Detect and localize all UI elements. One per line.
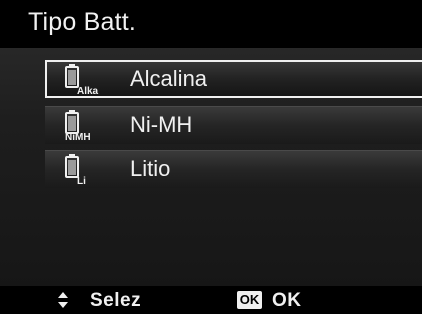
menu-item-alcalina[interactable]: Alka Alcalina xyxy=(45,60,422,98)
svg-text:Alka: Alka xyxy=(77,86,99,96)
ok-hint-label: OK xyxy=(272,290,302,311)
svg-text:NiMH: NiMH xyxy=(65,132,91,142)
camera-menu-screen: Tipo Batt. Alka Alcalina NiMH Ni-MH Li L… xyxy=(0,0,422,314)
menu-item-label: Litio xyxy=(130,156,171,181)
battery-alkaline-icon: Alka xyxy=(65,64,99,96)
menu-item-ni-mh[interactable]: NiMH Ni-MH xyxy=(45,106,422,144)
menu-item-litio[interactable]: Li Litio xyxy=(45,150,422,188)
menu-item-label: Alcalina xyxy=(130,66,208,91)
title-bar: Tipo Batt. xyxy=(0,0,422,48)
menu-item-label: Ni-MH xyxy=(130,112,193,137)
svg-text:Li: Li xyxy=(77,176,86,186)
select-hint-label: Selez xyxy=(90,290,142,311)
battery-nimh-icon: NiMH xyxy=(65,110,91,142)
battery-lithium-icon: Li xyxy=(65,154,86,186)
up-down-arrows-icon xyxy=(58,292,68,308)
page-title: Tipo Batt. xyxy=(28,8,137,36)
ok-button-icon: OK xyxy=(237,291,262,309)
status-bar: Selez OK OK xyxy=(0,286,422,314)
